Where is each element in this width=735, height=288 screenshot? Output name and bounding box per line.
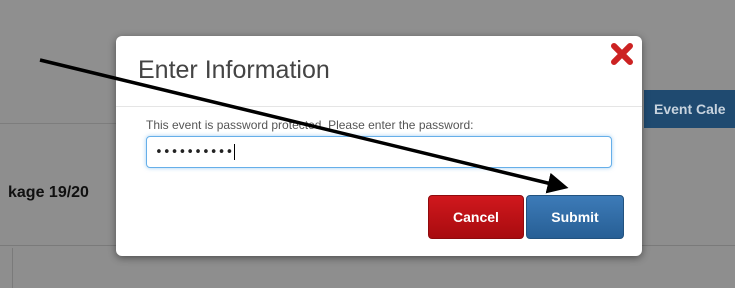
text-caret xyxy=(234,144,236,160)
background-border xyxy=(12,248,13,288)
cancel-button[interactable]: Cancel xyxy=(428,195,524,239)
password-input[interactable]: •••••••••• xyxy=(146,136,612,168)
package-heading: kage 19/20 xyxy=(8,184,89,201)
dialog-title: Enter Information xyxy=(138,56,330,84)
close-icon[interactable] xyxy=(609,41,635,67)
password-dialog: Enter Information This event is password… xyxy=(116,36,642,256)
event-calendar-tab[interactable]: Event Cale xyxy=(644,90,735,128)
password-prompt: This event is password protected. Please… xyxy=(146,118,474,132)
password-value: •••••••••• xyxy=(155,144,234,160)
submit-button[interactable]: Submit xyxy=(526,195,624,239)
dialog-divider xyxy=(116,106,642,107)
